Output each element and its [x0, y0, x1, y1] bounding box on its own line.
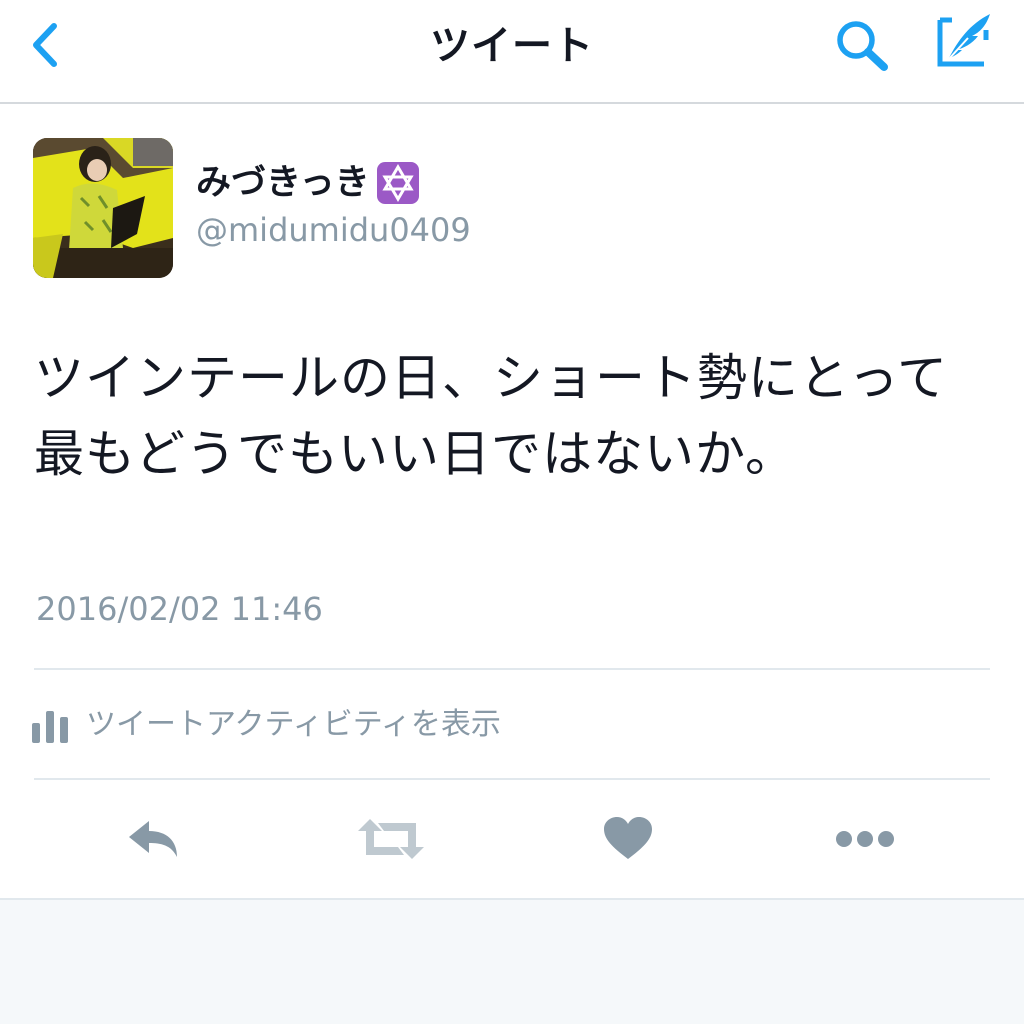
compose-tweet-icon — [937, 14, 990, 67]
search-icon — [837, 21, 888, 71]
avatar-photo — [33, 138, 173, 278]
username[interactable]: @midumidu0409 — [196, 206, 471, 254]
retweet-icon — [358, 819, 424, 859]
tweet-activity-label: ツイートアクティビティを表示 — [86, 707, 501, 742]
search-button[interactable] — [832, 18, 894, 74]
avatar[interactable] — [33, 138, 173, 278]
reply-icon — [129, 821, 177, 857]
tweet-activity-link[interactable]: ツイートアクティビティを表示 — [30, 700, 501, 750]
reply-button[interactable] — [122, 808, 186, 870]
like-button[interactable] — [598, 808, 658, 870]
divider — [34, 778, 990, 780]
tweet-timestamp: 2016/02/02 11:46 — [36, 590, 323, 628]
star-of-david-icon — [376, 162, 419, 204]
heart-icon — [604, 817, 652, 859]
bar-chart-icon — [32, 711, 68, 743]
divider — [34, 668, 990, 670]
tweet-text: ツインテールの日、ショート勢にとって最もどうでもいい日ではないか。 — [34, 349, 948, 483]
tweet-detail-screen: ツイート みづきっき @midumidu0409 ツインテールの日、ショート勢に… — [0, 0, 1024, 1024]
reply-area-background — [0, 898, 1024, 1024]
display-name[interactable]: みづきっき — [196, 156, 370, 210]
more-options-button[interactable] — [832, 808, 898, 870]
retweet-button[interactable] — [356, 808, 426, 870]
author-name-row: みづきっき — [196, 156, 420, 210]
navigation-bar: ツイート — [0, 0, 1024, 104]
more-icon — [836, 831, 894, 847]
compose-tweet-button[interactable] — [934, 10, 996, 72]
